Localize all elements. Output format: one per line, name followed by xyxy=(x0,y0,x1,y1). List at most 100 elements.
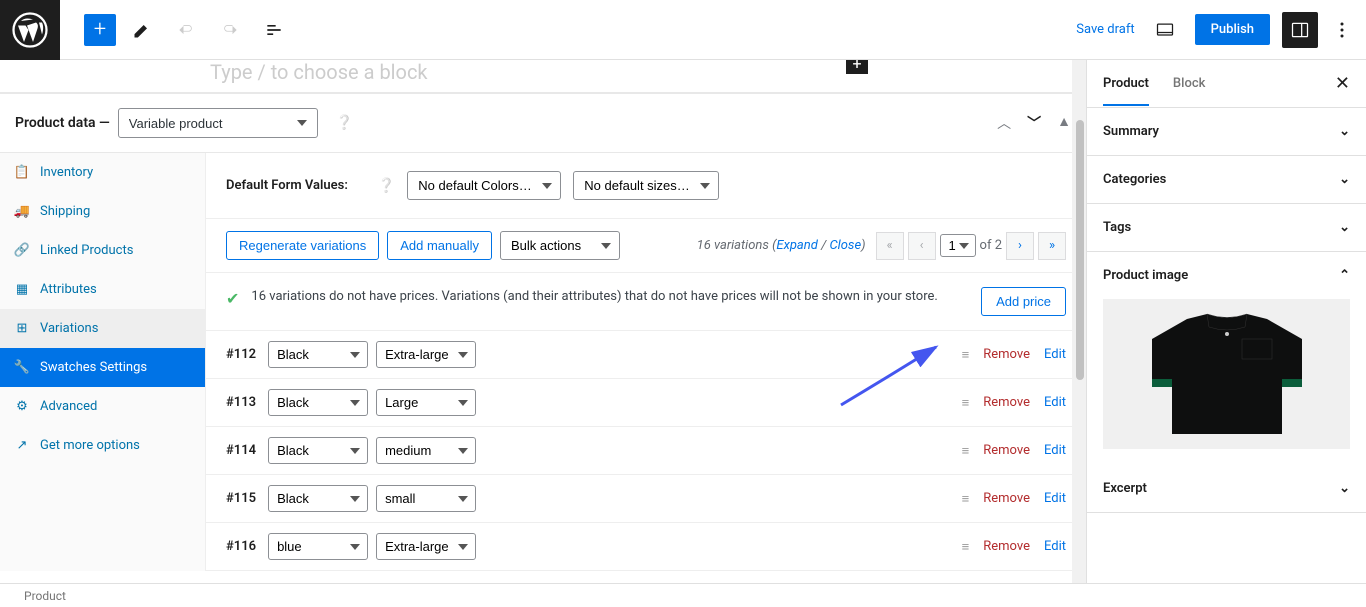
wp-logo-button[interactable] xyxy=(0,0,60,60)
drag-handle-icon[interactable]: ≡ xyxy=(962,395,970,411)
variation-actions: ≡ Remove Edit xyxy=(962,347,1066,363)
sidebar-tab-product[interactable]: Product xyxy=(1103,62,1149,106)
default-sizes-select[interactable]: No default sizes… xyxy=(573,171,719,200)
expand-down-icon[interactable]: ﹀ xyxy=(1027,113,1041,133)
outline-icon[interactable] xyxy=(256,12,292,48)
variation-id: #113 xyxy=(226,395,256,410)
remove-link[interactable]: Remove xyxy=(983,347,1030,362)
remove-link[interactable]: Remove xyxy=(983,491,1030,506)
close-link[interactable]: Close xyxy=(829,238,861,253)
pager-last[interactable]: » xyxy=(1038,232,1066,260)
tab-attributes[interactable]: ▦Attributes xyxy=(0,270,205,309)
variation-color-select[interactable]: Black xyxy=(268,437,368,464)
edit-link[interactable]: Edit xyxy=(1044,491,1066,506)
variation-size-select[interactable]: small xyxy=(376,485,476,512)
add-manually-button[interactable]: Add manually xyxy=(387,231,492,260)
variation-row[interactable]: #115 Black small ≡ Remove Edit xyxy=(206,475,1086,523)
save-draft-button[interactable]: Save draft xyxy=(1076,22,1134,37)
edit-link[interactable]: Edit xyxy=(1044,347,1066,362)
panel-categories[interactable]: Categories⌄ xyxy=(1087,156,1366,204)
remove-link[interactable]: Remove xyxy=(983,443,1030,458)
drag-handle-icon[interactable]: ≡ xyxy=(962,539,970,555)
bulk-actions-select[interactable]: Bulk actions xyxy=(500,231,620,260)
panel-title: Product image xyxy=(1103,268,1188,283)
remove-link[interactable]: Remove xyxy=(983,539,1030,554)
remove-link[interactable]: Remove xyxy=(983,395,1030,410)
pager-prev[interactable]: ‹ xyxy=(908,232,936,260)
variation-size-select[interactable]: medium xyxy=(376,437,476,464)
sidebar-close-icon[interactable]: ✕ xyxy=(1335,73,1350,94)
variation-color-select[interactable]: blue xyxy=(268,533,368,560)
settings-panel-toggle[interactable] xyxy=(1282,12,1318,48)
default-colors-select[interactable]: No default Colors… xyxy=(407,171,561,200)
variation-size-select[interactable]: Extra-large xyxy=(376,533,476,560)
variation-row[interactable]: #114Blackmedium≡RemoveEdit xyxy=(206,427,1086,475)
edit-link[interactable]: Edit xyxy=(1044,395,1066,410)
drag-handle-icon[interactable]: ≡ xyxy=(962,443,970,459)
help-icon[interactable]: ❔ xyxy=(378,178,395,194)
product-data-tabs: 📋Inventory 🚚Shipping 🔗Linked Products ▦A… xyxy=(0,153,206,571)
panel-excerpt[interactable]: Excerpt⌄ xyxy=(1087,465,1366,513)
product-data-body: 📋Inventory 🚚Shipping 🔗Linked Products ▦A… xyxy=(0,152,1086,571)
tab-inventory[interactable]: 📋Inventory xyxy=(0,153,205,192)
variation-row[interactable]: #112 Black Extra-large ≡ Remove Edit xyxy=(206,331,1086,379)
product-data-header: Product data — Variable product ❔ ︿ ﹀ ▲ xyxy=(0,93,1086,152)
preview-icon[interactable] xyxy=(1147,12,1183,48)
edit-icon[interactable] xyxy=(124,12,160,48)
inline-add-icon[interactable]: + xyxy=(846,60,868,74)
tab-label: Attributes xyxy=(40,282,97,297)
redo-icon[interactable] xyxy=(212,12,248,48)
panel-tags[interactable]: Tags⌄ xyxy=(1087,204,1366,252)
pager-first[interactable]: « xyxy=(876,232,904,260)
tab-variations[interactable]: ⊞Variations xyxy=(0,309,205,348)
tab-label: Advanced xyxy=(40,399,97,414)
pager-next[interactable]: › xyxy=(1006,232,1034,260)
drag-handle-icon[interactable]: ≡ xyxy=(962,491,970,507)
panel-controls: ︿ ﹀ ▲ xyxy=(997,113,1071,133)
tab-advanced[interactable]: ⚙Advanced xyxy=(0,387,205,426)
breadcrumb[interactable]: Product xyxy=(24,589,66,603)
product-image-preview[interactable] xyxy=(1103,299,1350,449)
drag-handle-icon[interactable]: ≡ xyxy=(962,347,970,363)
panel-product-image[interactable]: Product image ⌃ xyxy=(1087,252,1366,299)
block-placeholder[interactable]: Type / to choose a block xyxy=(0,60,1086,93)
tab-linked-products[interactable]: 🔗Linked Products xyxy=(0,231,205,270)
tab-label: Variations xyxy=(40,321,98,336)
expand-link[interactable]: Expand xyxy=(776,238,817,253)
add-price-button[interactable]: Add price xyxy=(981,287,1066,316)
tab-get-more-options[interactable]: ↗Get more options xyxy=(0,426,205,465)
variation-id: #115 xyxy=(226,491,256,506)
chevron-up-icon: ⌃ xyxy=(1339,268,1350,283)
panel-summary[interactable]: Summary⌄ xyxy=(1087,108,1366,156)
sidebar-tab-block[interactable]: Block xyxy=(1173,62,1205,105)
default-form-label: Default Form Values: xyxy=(226,178,348,193)
edit-link[interactable]: Edit xyxy=(1044,539,1066,554)
variation-row[interactable]: #116blueExtra-large≡RemoveEdit xyxy=(206,523,1086,571)
variations-panel: Default Form Values: ❔ No default Colors… xyxy=(206,153,1086,571)
edit-link[interactable]: Edit xyxy=(1044,443,1066,458)
undo-icon[interactable] xyxy=(168,12,204,48)
editor-content: Type / to choose a block + Product data … xyxy=(0,60,1086,607)
variation-color-select[interactable]: Black xyxy=(268,341,368,368)
variation-actions: ≡ Remove Edit xyxy=(962,395,1066,411)
product-type-select[interactable]: Variable product xyxy=(118,108,318,138)
variation-color-select[interactable]: Black xyxy=(268,485,368,512)
tab-swatches-settings[interactable]: 🔧Swatches Settings xyxy=(0,348,205,387)
move-up-icon[interactable]: ▲ xyxy=(1057,113,1071,133)
variation-size-select[interactable]: Large xyxy=(376,389,476,416)
top-toolbar: + Save draft Publish xyxy=(0,0,1366,60)
collapse-up-icon[interactable]: ︿ xyxy=(997,113,1011,133)
content-scrollbar[interactable] xyxy=(1072,60,1086,607)
publish-button[interactable]: Publish xyxy=(1195,14,1270,45)
more-options-button[interactable] xyxy=(1330,12,1354,48)
regenerate-variations-button[interactable]: Regenerate variations xyxy=(226,231,379,260)
wordpress-icon xyxy=(12,12,48,48)
add-block-button[interactable]: + xyxy=(84,14,116,46)
tab-shipping[interactable]: 🚚Shipping xyxy=(0,192,205,231)
pager-page-select[interactable]: 1 xyxy=(940,234,976,257)
variation-size-select[interactable]: Extra-large xyxy=(376,341,476,368)
variation-color-select[interactable]: Black xyxy=(268,389,368,416)
variation-row[interactable]: #113 Black Large ≡ Remove Edit xyxy=(206,379,1086,427)
variation-id: #112 xyxy=(226,347,256,362)
help-icon[interactable]: ❔ xyxy=(336,115,353,131)
